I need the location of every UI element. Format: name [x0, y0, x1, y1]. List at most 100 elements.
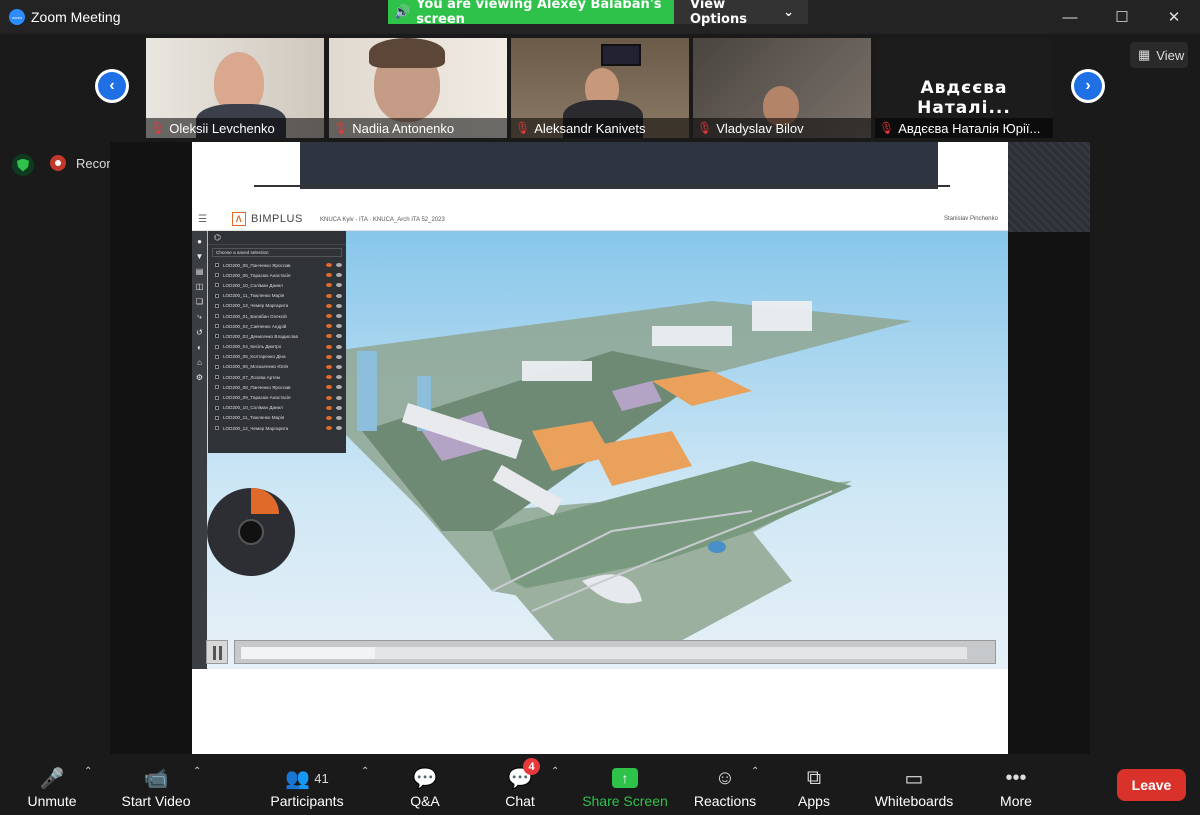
layer-row[interactable]: LOD200_08_Панченко Ярослав [208, 382, 346, 392]
visibility-icon[interactable] [326, 273, 332, 278]
shared-screen[interactable]: ☰ Λ BIMPLUS KNUCA Kyiv · ITA · KNUCA_Arch… [110, 142, 1090, 754]
share-screen-button[interactable]: ↑ Share Screen [582, 754, 668, 815]
visibility-icon[interactable] [326, 283, 332, 288]
eye-icon[interactable] [336, 334, 342, 339]
visibility-icon[interactable] [326, 395, 332, 400]
layer-checkbox[interactable] [215, 303, 219, 308]
navigation-wheel[interactable] [207, 488, 295, 576]
participants-button[interactable]: 👥 41 Participants [266, 754, 348, 815]
eye-icon[interactable] [336, 263, 342, 268]
layer-row[interactable]: LOD200_03_Денисенко Владислав [208, 331, 346, 341]
participant-tile[interactable]: 🎙 Nadiia Antonenko [329, 38, 507, 138]
chat-options-caret[interactable]: ⌃ [551, 766, 559, 777]
animation-timeline[interactable] [234, 640, 996, 664]
layer-row[interactable]: LOD200_10_Соліман Данил [208, 403, 346, 413]
eye-icon[interactable] [336, 293, 342, 298]
visibility-icon[interactable] [326, 324, 332, 329]
qa-button[interactable]: 💬 Q&A [405, 754, 445, 815]
participant-tile[interactable]: 🎙 Oleksii Levchenko [146, 38, 324, 138]
layer-row[interactable]: LOD200_10_Соліман Данил [208, 280, 346, 290]
project-breadcrumb[interactable]: KNUCA Kyiv · ITA · KNUCA_Arch ITA 52_202… [320, 217, 445, 223]
layer-checkbox[interactable] [215, 283, 219, 288]
start-video-button[interactable]: 📹 Start Video [118, 754, 194, 815]
history-icon[interactable]: ↺ [196, 328, 203, 337]
eye-icon[interactable] [336, 354, 342, 359]
security-shield-icon[interactable] [12, 154, 34, 176]
participants-options-caret[interactable]: ⌃ [361, 766, 369, 777]
layer-checkbox[interactable] [215, 334, 219, 339]
layer-row[interactable]: LOD200_09_Тарасюк Анастасія [208, 392, 346, 402]
reactions-options-caret[interactable]: ⌃ [751, 766, 759, 777]
participant-tile[interactable]: 🎙 Vladyslav Bilov [693, 38, 871, 138]
layer-row[interactable]: LOD200_01_Балабан Олексій [208, 311, 346, 321]
layer-row[interactable]: LOD200_12_Чемер Маргарита [208, 301, 346, 311]
whiteboards-button[interactable]: ▭ Whiteboards [872, 754, 956, 815]
model-viewer[interactable]: ● ▼ ▤ ◫ ❏ ⤷ ↺ ◐ ⌂ ⚙ ⌬ Choose a saved sel… [192, 231, 1008, 669]
eye-icon[interactable] [336, 303, 342, 308]
eye-icon[interactable] [336, 385, 342, 390]
visibility-icon[interactable] [326, 364, 332, 369]
audio-options-caret[interactable]: ⌃ [84, 766, 92, 777]
visibility-icon[interactable] [326, 415, 332, 420]
leave-button[interactable]: Leave [1117, 769, 1186, 801]
layer-checkbox[interactable] [215, 385, 219, 390]
settings-icon[interactable]: ⚙ [196, 373, 203, 382]
next-page-button[interactable]: › [1071, 69, 1105, 103]
pause-button[interactable] [206, 640, 228, 664]
layer-checkbox[interactable] [215, 354, 219, 359]
layer-checkbox[interactable] [215, 344, 219, 349]
eye-icon[interactable] [336, 273, 342, 278]
visibility-icon[interactable] [326, 303, 332, 308]
layer-checkbox[interactable] [215, 293, 219, 298]
layer-row[interactable]: LOD200_07_Лозова Артем [208, 372, 346, 382]
connect-icon[interactable]: ⤷ [197, 312, 201, 322]
layer-checkbox[interactable] [215, 273, 219, 278]
layer-row[interactable]: LOD200_02_Савченко Андрій [208, 321, 346, 331]
visibility-icon[interactable] [326, 263, 332, 268]
visibility-icon[interactable] [326, 334, 332, 339]
visibility-icon[interactable] [326, 314, 332, 319]
layer-checkbox[interactable] [215, 314, 219, 319]
layer-checkbox[interactable] [215, 375, 219, 380]
chat-button[interactable]: 💬 4 Chat [500, 754, 540, 815]
video-options-caret[interactable]: ⌃ [193, 766, 201, 777]
visibility-icon[interactable] [326, 405, 332, 410]
hamburger-menu-icon[interactable]: ☰ [198, 214, 207, 225]
layer-row[interactable]: LOD200_05_Колтаренко Діна [208, 352, 346, 362]
eye-icon[interactable] [336, 426, 342, 431]
layer-checkbox[interactable] [215, 324, 219, 329]
participant-tile[interactable]: Авдєєва Наталі... 🎙 Авдєєва Наталія Юрії.… [875, 38, 1053, 138]
layer-row[interactable]: LOD200_11_Тюкленко Марія [208, 291, 346, 301]
eye-icon[interactable] [336, 314, 342, 319]
eye-icon[interactable] [336, 395, 342, 400]
layer-checkbox[interactable] [215, 395, 219, 400]
visibility-icon[interactable] [326, 354, 332, 359]
eye-icon[interactable] [336, 283, 342, 288]
document-icon[interactable]: ▤ [196, 267, 204, 276]
layer-row[interactable]: LOD200_06_Тарасюк Анастасія [208, 270, 346, 280]
layer-row[interactable]: LOD200_04_Кисіль Дмитро [208, 342, 346, 352]
visibility-icon[interactable] [326, 385, 332, 390]
layer-row[interactable]: LOD200_12_Чемер Маргарита [208, 423, 346, 433]
layer-checkbox[interactable] [215, 263, 219, 268]
reactions-button[interactable]: ☺ Reactions [692, 754, 758, 815]
visibility-icon[interactable] [326, 344, 332, 349]
visibility-icon[interactable] [326, 293, 332, 298]
layer-row[interactable]: LOD200_06_Панченко Ярослав [208, 260, 346, 270]
structure-icon[interactable]: ◫ [196, 282, 204, 291]
view-options-button[interactable]: View Options ⌄ [674, 0, 808, 27]
layers-icon[interactable]: ❏ [196, 297, 203, 306]
view-button[interactable]: ▦ View [1130, 42, 1188, 68]
close-button[interactable]: ✕ [1148, 0, 1200, 34]
more-button[interactable]: ••• More [996, 754, 1036, 815]
layer-checkbox[interactable] [215, 415, 219, 420]
layer-checkbox[interactable] [215, 426, 219, 431]
visibility-icon[interactable] [326, 375, 332, 380]
apps-button[interactable]: ⧉ Apps [796, 754, 832, 815]
brightness-icon[interactable]: ◐ [197, 343, 202, 352]
layer-checkbox[interactable] [215, 405, 219, 410]
eye-icon[interactable] [336, 415, 342, 420]
saved-selection-dropdown[interactable]: Choose a saved selection [212, 248, 342, 257]
unmute-button[interactable]: 🎤 Unmute [22, 754, 82, 815]
orbit-center-icon[interactable] [238, 519, 264, 545]
